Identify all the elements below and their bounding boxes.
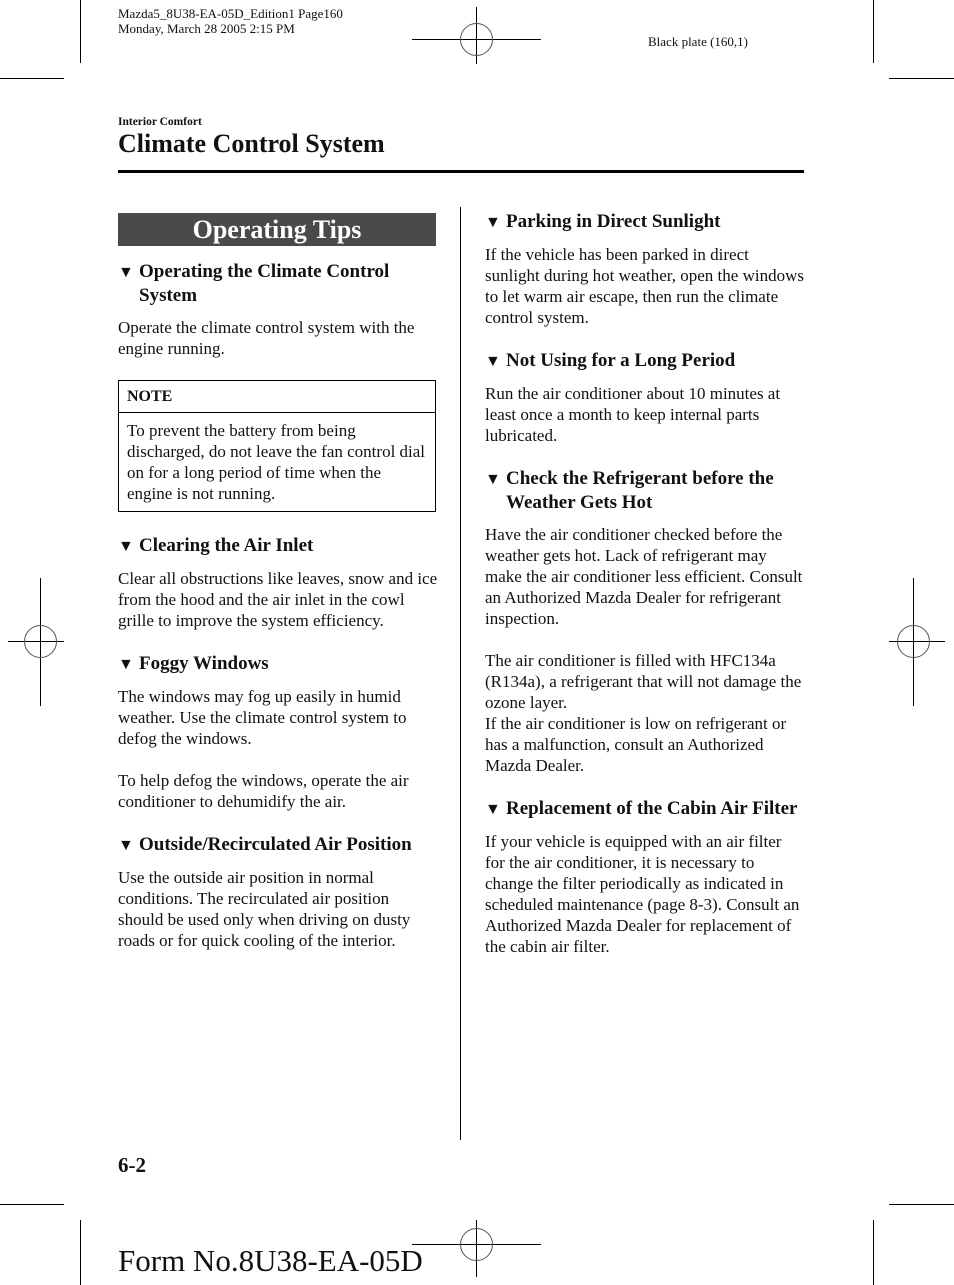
- paragraph: If the vehicle has been parked in direct…: [485, 245, 804, 327]
- paragraph: If your vehicle is equipped with an air …: [485, 832, 800, 956]
- triangle-down-icon: ▼: [118, 656, 134, 673]
- page-number: 6-2: [118, 1153, 146, 1177]
- paragraph: To help defog the windows, operate the a…: [118, 771, 409, 811]
- crop-mark-bottom-left-horizontal: [0, 1204, 64, 1205]
- paragraph: The air conditioner is filled with HFC13…: [485, 651, 802, 712]
- section-label: Interior Comfort: [118, 116, 202, 128]
- triangle-down-icon: ▼: [485, 471, 501, 488]
- plate-label: Black plate (160,1): [648, 34, 748, 49]
- subsection-heading: ▼ Check the Refrigerant before the Weathe…: [485, 468, 774, 513]
- paragraph: Clear all obstructions like leaves, snow…: [118, 569, 438, 630]
- right-column: ▼ Parking in Direct Sunlight If the vehic…: [485, 210, 805, 978]
- paragraph: Have the air conditioner checked before …: [485, 525, 803, 628]
- subsection-heading: ▼ Outside/Recirculated Air Position: [118, 834, 412, 855]
- paragraph: Operate the climate control system with …: [118, 318, 415, 358]
- triangle-down-icon: ▼: [485, 353, 501, 370]
- subsection-heading: ▼ Parking in Direct Sunlight: [485, 211, 721, 232]
- column-divider: [460, 207, 461, 1140]
- paragraph: Use the outside air position in normal c…: [118, 868, 411, 950]
- crop-mark-top-left-horizontal: [0, 78, 64, 79]
- subsection-heading: ▼ Foggy Windows: [118, 653, 269, 674]
- triangle-down-icon: ▼: [118, 538, 134, 555]
- print-slug: Mazda5_8U38-EA-05D_Edition1 Page160 Mond…: [118, 6, 343, 36]
- crop-mark-bottom-left-vertical: [80, 1220, 81, 1285]
- form-number: Form No.8U38-EA-05D: [118, 1243, 423, 1278]
- crop-mark-top-right-vertical: [873, 0, 874, 63]
- subsection-heading: ▼ Operating the Climate Control System: [118, 261, 390, 306]
- subsection-heading: ▼ Clearing the Air Inlet: [118, 535, 314, 556]
- triangle-down-icon: ▼: [485, 801, 501, 818]
- paragraph: Run the air conditioner about 10 minutes…: [485, 384, 781, 445]
- title-rule: [118, 170, 804, 173]
- note-box: NOTE To prevent the battery from being d…: [118, 380, 436, 512]
- print-slug-file: Mazda5_8U38-EA-05D_Edition1 Page160: [118, 6, 343, 21]
- note-text: To prevent the battery from being discha…: [127, 421, 426, 503]
- left-column: Operating Tips ▼ Operating the Climate Co…: [118, 213, 438, 972]
- page-title: Climate Control System: [118, 129, 385, 158]
- paragraph: The windows may fog up easily in humid w…: [118, 687, 407, 748]
- crop-mark-top-left-vertical: [80, 0, 81, 63]
- subsection-heading: ▼ Not Using for a Long Period: [485, 350, 736, 371]
- subsection-heading: ▼ Replacement of the Cabin Air Filter: [485, 798, 798, 819]
- triangle-down-icon: ▼: [485, 214, 501, 231]
- section-banner: Operating Tips: [118, 213, 436, 246]
- triangle-down-icon: ▼: [118, 264, 134, 281]
- triangle-down-icon: ▼: [118, 837, 134, 854]
- note-label: NOTE: [119, 381, 435, 413]
- paragraph: If the air conditioner is low on refrige…: [485, 714, 787, 775]
- crop-mark-bottom-right-vertical: [873, 1220, 874, 1285]
- print-slug-date: Monday, March 28 2005 2:15 PM: [118, 21, 295, 36]
- crop-mark-top-right-horizontal: [889, 78, 954, 79]
- crop-mark-bottom-right-horizontal: [889, 1204, 954, 1205]
